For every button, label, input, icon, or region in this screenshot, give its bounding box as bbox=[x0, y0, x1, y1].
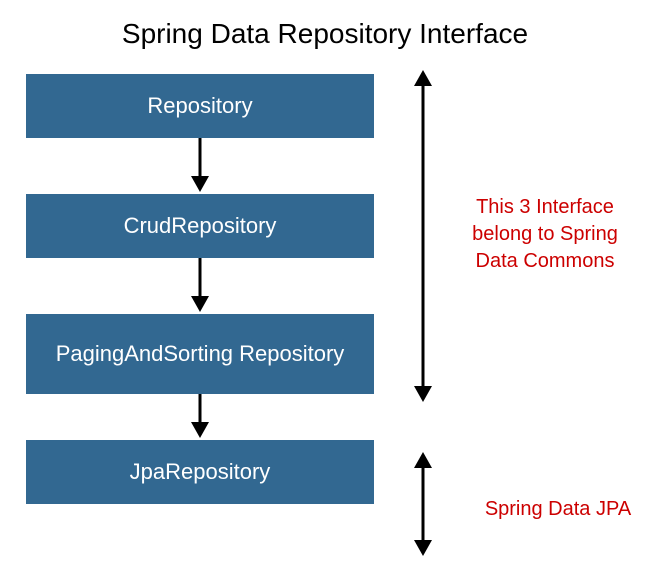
bracket-commons-icon bbox=[408, 68, 438, 404]
box-paging-sorting-repository: PagingAndSorting Repository bbox=[26, 314, 374, 394]
box-label: PagingAndSorting Repository bbox=[56, 341, 345, 367]
down-arrow-icon bbox=[186, 258, 214, 314]
box-jpa-repository: JpaRepository bbox=[26, 440, 374, 504]
box-crud-repository: CrudRepository bbox=[26, 194, 374, 258]
diagram-content: Repository CrudRepository PagingAndSorti… bbox=[0, 74, 650, 574]
box-label: CrudRepository bbox=[124, 213, 277, 239]
down-arrow-icon bbox=[186, 394, 214, 440]
annotation-jpa: Spring Data JPA bbox=[478, 496, 638, 523]
arrow-gap bbox=[26, 138, 374, 194]
annotation-commons: This 3 Interface belong to Spring Data C… bbox=[460, 194, 630, 275]
boxes-column: Repository CrudRepository PagingAndSorti… bbox=[26, 74, 374, 504]
box-repository: Repository bbox=[26, 74, 374, 138]
bracket-jpa-icon bbox=[408, 450, 438, 558]
box-label: JpaRepository bbox=[130, 459, 271, 485]
arrow-gap bbox=[26, 258, 374, 314]
diagram-title: Spring Data Repository Interface bbox=[0, 0, 650, 74]
down-arrow-icon bbox=[186, 138, 214, 194]
arrow-gap bbox=[26, 394, 374, 440]
box-label: Repository bbox=[147, 93, 252, 119]
